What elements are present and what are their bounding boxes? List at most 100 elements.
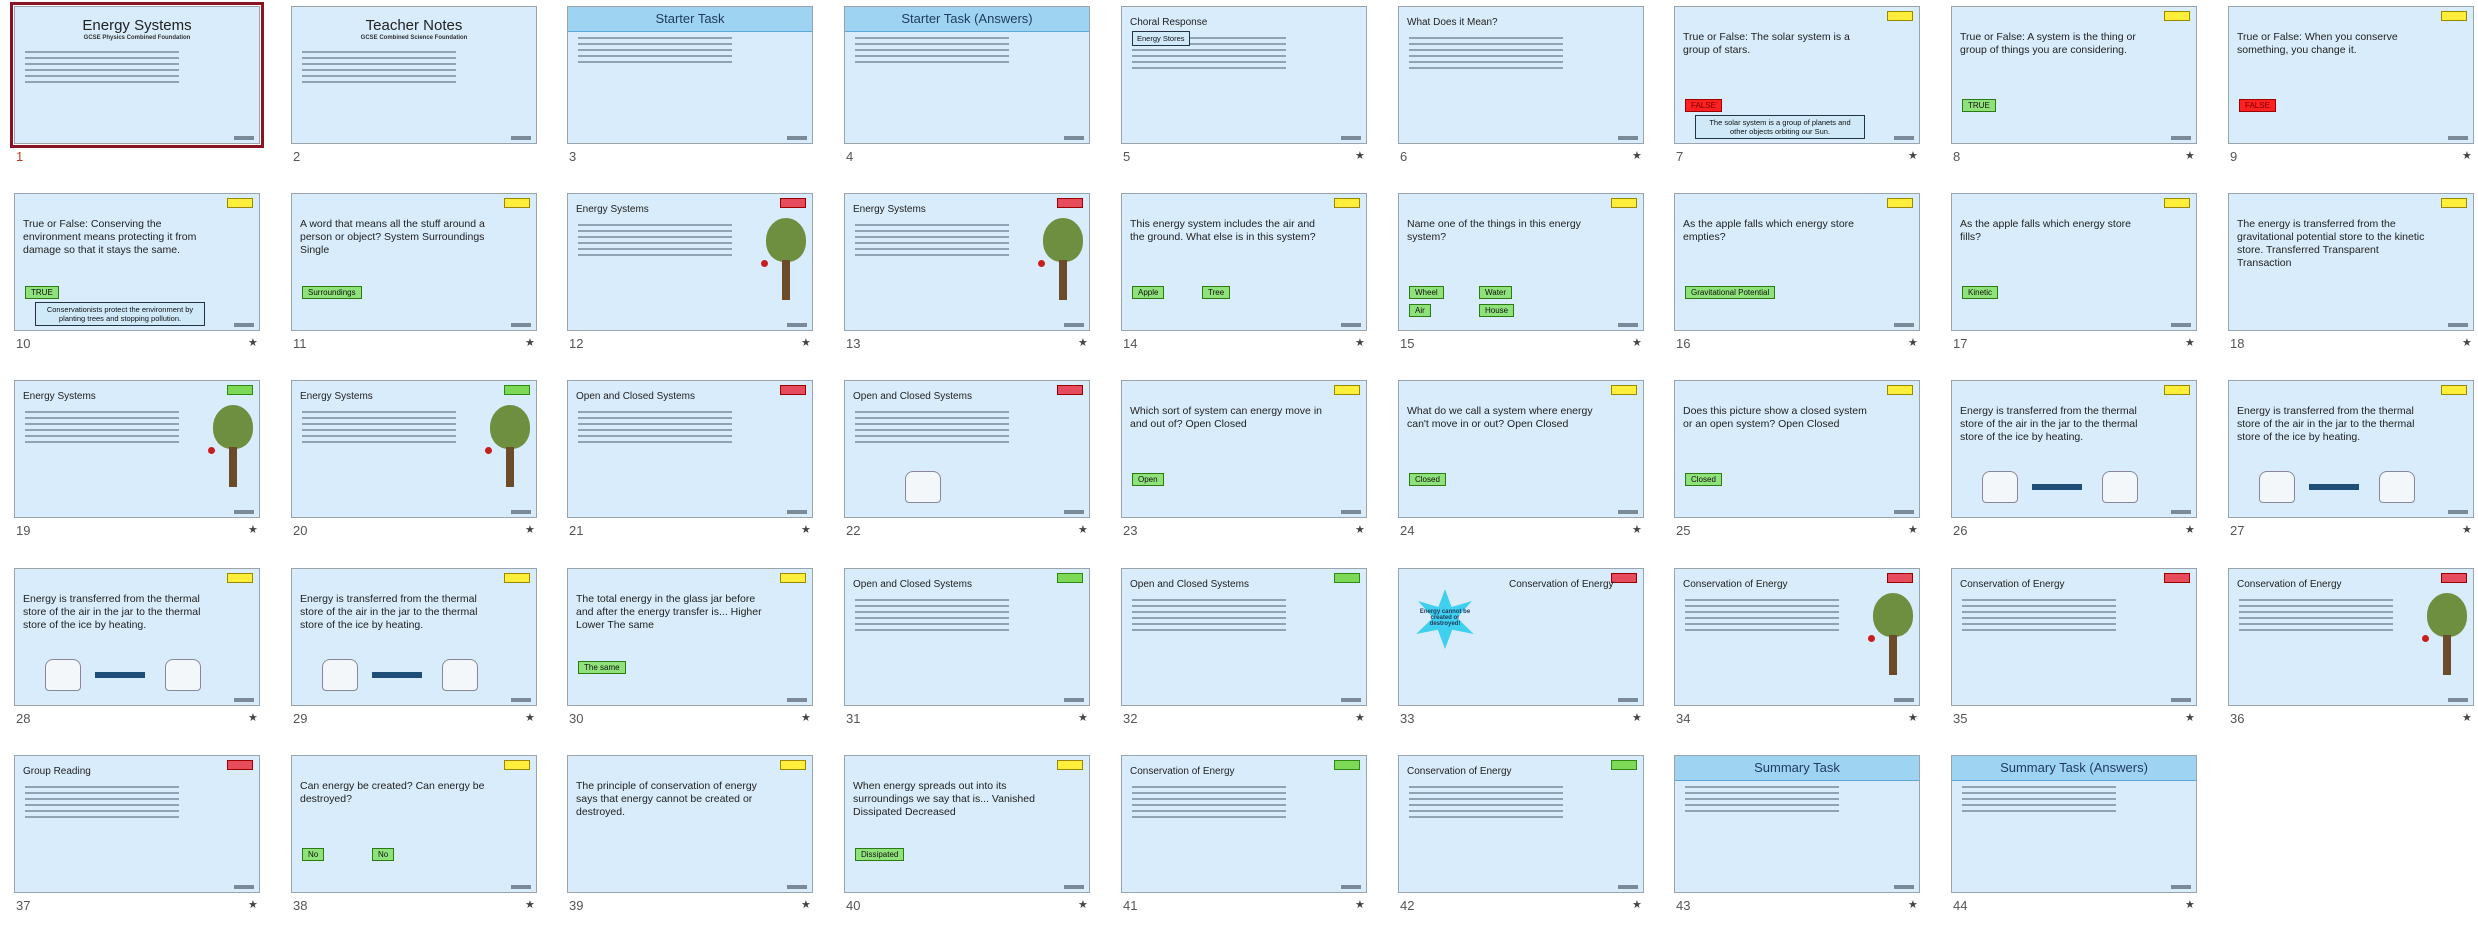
slide-body-lines bbox=[1962, 599, 2116, 635]
slide-thumbnail[interactable]: The total energy in the glass jar before… bbox=[567, 568, 813, 706]
slide-thumbnail[interactable]: True or False: The solar system is a gro… bbox=[1674, 6, 1920, 144]
slide-thumbnail[interactable]: Conservation of Energy Energy cannot be c… bbox=[1398, 568, 1644, 706]
slide-thumbnail[interactable]: True or False: Conserving the environmen… bbox=[14, 193, 260, 331]
text-line bbox=[1409, 816, 1563, 818]
slide-thumbnail[interactable]: The principle of conservation of energy … bbox=[567, 755, 813, 893]
answer-button[interactable]: Dissipated bbox=[855, 848, 905, 861]
logo bbox=[1618, 885, 1638, 889]
answer-button[interactable]: Apple bbox=[1132, 286, 1165, 299]
slide-thumbnail[interactable]: Energy is transferred from the thermal s… bbox=[1951, 380, 2197, 518]
transition-star-icon: ★ bbox=[1355, 899, 1365, 911]
slide-thumbnail[interactable]: Open and Closed Systems bbox=[567, 380, 813, 518]
answer-button[interactable]: FALSE bbox=[1685, 99, 1722, 112]
text-line bbox=[1409, 798, 1563, 800]
transition-star-icon: ★ bbox=[1078, 899, 1088, 911]
slide-thumbnail[interactable]: Conservation of Energy bbox=[1951, 568, 2197, 706]
answer-button[interactable]: Open bbox=[1132, 473, 1164, 486]
slide-number: 5 bbox=[1123, 149, 1131, 164]
slide-thumbnail[interactable]: Energy is transferred from the thermal s… bbox=[291, 568, 537, 706]
slide-thumbnail[interactable]: Teacher Notes GCSE Combined Science Found… bbox=[291, 6, 537, 144]
slide-thumbnail[interactable]: A word that means all the stuff around a… bbox=[291, 193, 537, 331]
answer-button[interactable]: Kinetic bbox=[1962, 286, 1999, 299]
slide-thumbnail[interactable]: Conservation of Energy bbox=[1398, 755, 1644, 893]
transition-star-icon: ★ bbox=[2185, 337, 2195, 349]
slide-thumbnail[interactable]: Name one of the things in this energy sy… bbox=[1398, 193, 1644, 331]
slide-thumbnail[interactable]: Energy Systems GCSE Physics Combined Foun… bbox=[10, 2, 264, 148]
slide-thumbnail[interactable]: Open and Closed Systems bbox=[844, 568, 1090, 706]
answer-button[interactable]: No bbox=[372, 848, 395, 861]
slide-thumbnail[interactable]: This energy system includes the air and … bbox=[1121, 193, 1367, 331]
slide-thumbnail[interactable]: As the apple falls which energy store em… bbox=[1674, 193, 1920, 331]
slide-thumbnail[interactable]: Can energy be created? Can energy be des… bbox=[291, 755, 537, 893]
text-line bbox=[1409, 67, 1563, 69]
slide-number: 2 bbox=[293, 149, 301, 164]
answer-button[interactable]: No bbox=[302, 848, 325, 861]
slide-thumbnail[interactable]: Which sort of system can energy move in … bbox=[1121, 380, 1367, 518]
answer-button[interactable]: Wheel bbox=[1409, 286, 1444, 299]
logo bbox=[1894, 136, 1914, 140]
slide-thumbnail[interactable]: Does this picture show a closed system o… bbox=[1674, 380, 1920, 518]
slide-number: 21 bbox=[569, 523, 584, 538]
slide-thumbnail[interactable]: Energy is transferred from the thermal s… bbox=[2228, 380, 2474, 518]
slide-question: The energy is transferred from the gravi… bbox=[2237, 218, 2425, 270]
answer-button[interactable]: Closed bbox=[1685, 473, 1722, 486]
slide-thumbnail[interactable]: Open and Closed Systems bbox=[1121, 568, 1367, 706]
slide-thumbnail[interactable]: Energy Systems bbox=[567, 193, 813, 331]
slide-thumbnail[interactable]: True or False: When you conserve somethi… bbox=[2228, 6, 2474, 144]
tree-trunk bbox=[1059, 260, 1067, 300]
slide-thumbnail[interactable]: Energy Systems bbox=[14, 380, 260, 518]
answer-button[interactable]: Gravitational Potential bbox=[1685, 286, 1776, 299]
slide-thumbnail[interactable]: Starter Task (Answers) bbox=[844, 6, 1090, 144]
slide-thumbnail[interactable]: The energy is transferred from the gravi… bbox=[2228, 193, 2474, 331]
answer-button[interactable]: Surroundings bbox=[302, 286, 362, 299]
logo bbox=[1618, 323, 1638, 327]
difficulty-tag bbox=[2164, 11, 2190, 21]
slide-body-lines bbox=[302, 51, 456, 87]
answer-button[interactable]: Water bbox=[1479, 286, 1513, 299]
logo bbox=[787, 136, 807, 140]
text-line bbox=[302, 51, 456, 53]
slide-thumbnail-cell: Choral Response Energy Stores 5 ★ bbox=[1107, 0, 1383, 184]
slide-thumbnail[interactable]: Open and Closed Systems bbox=[844, 380, 1090, 518]
slide-thumbnail[interactable]: What Does it Mean? bbox=[1398, 6, 1644, 144]
answer-button[interactable]: Air bbox=[1409, 304, 1431, 317]
answer-button[interactable]: TRUE bbox=[1962, 99, 1996, 112]
slide-thumbnail[interactable]: Summary Task bbox=[1674, 755, 1920, 893]
slide-thumbnail[interactable]: What do we call a system where energy ca… bbox=[1398, 380, 1644, 518]
slide-thumbnail[interactable]: Group Reading bbox=[14, 755, 260, 893]
slide-thumbnail[interactable]: Conservation of Energy bbox=[1121, 755, 1367, 893]
difficulty-tag bbox=[227, 573, 253, 583]
slide-thumbnail[interactable]: Starter Task bbox=[567, 6, 813, 144]
slide-number: 28 bbox=[16, 711, 31, 726]
text-line bbox=[25, 63, 179, 65]
text-line bbox=[25, 441, 179, 443]
text-line bbox=[25, 51, 179, 53]
slide-thumbnail[interactable]: Summary Task (Answers) bbox=[1951, 755, 2197, 893]
answer-button[interactable]: House bbox=[1479, 304, 1515, 317]
apple-image bbox=[1038, 260, 1045, 267]
transition-star-icon: ★ bbox=[1355, 524, 1365, 536]
slide-number: 36 bbox=[2230, 711, 2245, 726]
slide-body-lines bbox=[25, 786, 179, 822]
answer-button[interactable]: The same bbox=[578, 661, 626, 674]
slide-thumbnail[interactable]: Energy Systems bbox=[844, 193, 1090, 331]
answer-button[interactable]: Closed bbox=[1409, 473, 1446, 486]
slide-thumbnail[interactable]: Choral Response Energy Stores bbox=[1121, 6, 1367, 144]
transition-star-icon: ★ bbox=[2462, 337, 2472, 349]
slide-thumbnail[interactable]: As the apple falls which energy store fi… bbox=[1951, 193, 2197, 331]
slide-thumbnail-cell: As the apple falls which energy store fi… bbox=[1937, 187, 2213, 371]
slide-thumbnail[interactable]: Conservation of Energy bbox=[2228, 568, 2474, 706]
answer-button[interactable]: Tree bbox=[1202, 286, 1231, 299]
apple-image bbox=[485, 447, 492, 454]
slide-thumbnail[interactable]: True or False: A system is the thing or … bbox=[1951, 6, 2197, 144]
text-line bbox=[2239, 629, 2393, 631]
slide-thumbnail-cell: Energy Systems 12 ★ bbox=[553, 187, 829, 371]
slide-thumbnail[interactable]: When energy spreads out into its surroun… bbox=[844, 755, 1090, 893]
answer-button[interactable]: TRUE bbox=[25, 286, 59, 299]
slide-thumbnail[interactable]: Energy Systems bbox=[291, 380, 537, 518]
slide-body-lines bbox=[25, 51, 179, 87]
answer-button[interactable]: FALSE bbox=[2239, 99, 2276, 112]
slide-sorter-grid: Energy Systems GCSE Physics Combined Foun… bbox=[0, 0, 2478, 925]
slide-thumbnail[interactable]: Conservation of Energy bbox=[1674, 568, 1920, 706]
slide-thumbnail[interactable]: Energy is transferred from the thermal s… bbox=[14, 568, 260, 706]
